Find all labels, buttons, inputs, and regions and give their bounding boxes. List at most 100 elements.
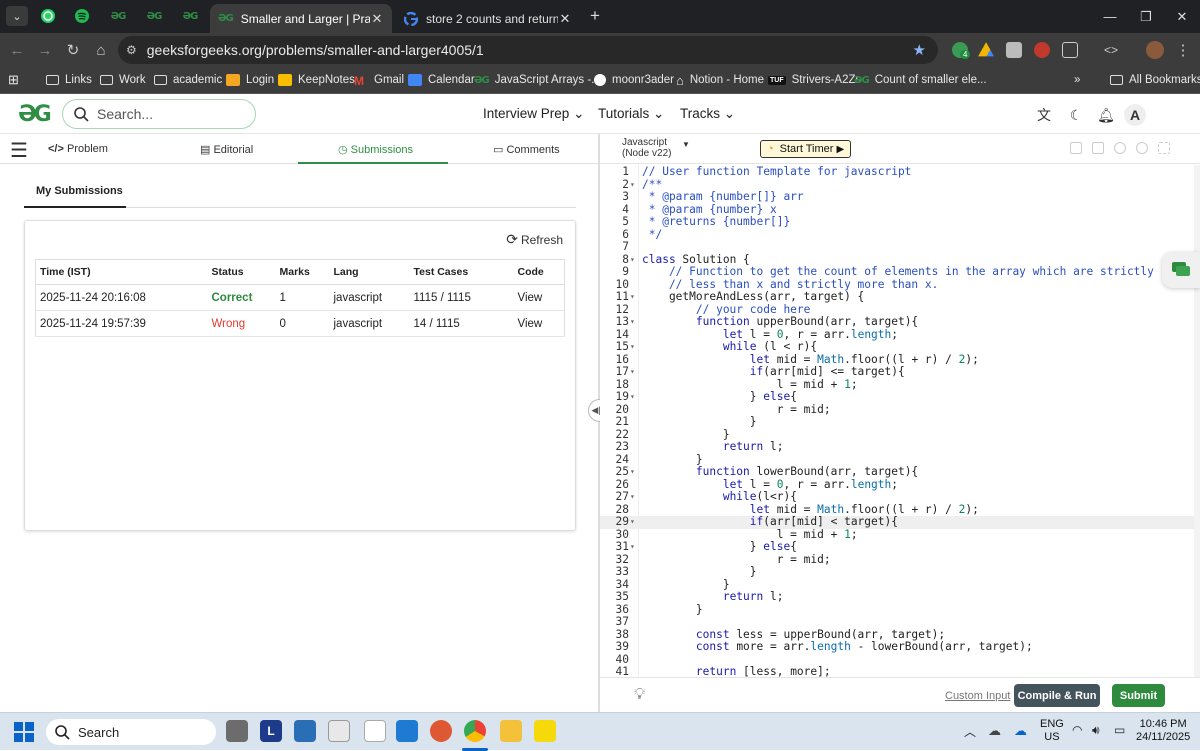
translate-button[interactable]: 文 [1033, 104, 1055, 126]
bookmark-javascript-arrays[interactable]: ƏG JavaScript Arrays -... [474, 71, 601, 89]
code-line[interactable]: 5 * @returns {number[]} [600, 215, 1200, 229]
fold-toggle-icon[interactable]: ▾ [630, 179, 635, 192]
bookmark-gmail[interactable]: M Gmail [354, 71, 404, 89]
chevron-up-icon[interactable]: ︿ [964, 723, 976, 740]
code-line[interactable]: 6 */ [600, 228, 1200, 242]
editor-scrollbar[interactable] [1194, 165, 1200, 677]
dark-mode-toggle[interactable]: ☾ [1065, 104, 1087, 126]
view-code-link[interactable]: View [513, 284, 565, 311]
code-line[interactable]: 7 [600, 240, 1200, 254]
code-line[interactable]: 27 ▾ while(l<r){ [600, 490, 1200, 504]
snipping-tool-icon[interactable] [328, 720, 350, 742]
fold-toggle-icon[interactable]: ▾ [630, 254, 635, 267]
code-line[interactable]: 29 ▾ if(arr[mid] < target){ [600, 515, 1200, 529]
bookmark-keepnotes[interactable]: KeepNotes [278, 71, 355, 89]
pinned-tab-whatsapp[interactable] [38, 7, 58, 25]
fold-toggle-icon[interactable]: ▾ [630, 466, 635, 479]
close-icon[interactable]: ✕ [370, 11, 384, 27]
code-line[interactable]: 33 } [600, 565, 1200, 579]
fold-toggle-icon[interactable]: ▾ [630, 391, 635, 404]
chat-button[interactable] [1162, 252, 1200, 288]
profile-avatar[interactable] [1146, 41, 1164, 59]
reload-button[interactable]: ↻ [62, 40, 84, 60]
code-line[interactable]: 17 ▾ if(arr[mid] <= target){ [600, 365, 1200, 379]
close-window-button[interactable]: ✕ [1162, 0, 1200, 33]
bookmark-notion[interactable]: ⌂ Notion - Home [676, 71, 764, 89]
code-line[interactable]: 3 * @param {number[]} arr [600, 190, 1200, 204]
menu-tracks[interactable]: Tracks ⌄ [680, 106, 735, 122]
windows-start-icon[interactable] [14, 722, 34, 742]
code-editor[interactable]: 1 // User function Template for javascrip… [600, 165, 1200, 677]
code-line[interactable]: 11 ▾ getMoreAndLess(arr, target) { [600, 290, 1200, 304]
fold-toggle-icon[interactable]: ▾ [630, 491, 635, 504]
code-line[interactable]: 9 // Function to get the count of elemen… [600, 265, 1200, 279]
fold-toggle-icon[interactable]: ▾ [630, 541, 635, 554]
refresh-button[interactable]: ⟳ Refresh [506, 231, 563, 248]
code-line[interactable]: 15 ▾ while (l < r){ [600, 340, 1200, 354]
browser-tab[interactable]: store 2 counts and return both ✕ [396, 4, 580, 33]
code-line[interactable]: 35 return l; [600, 590, 1200, 604]
fold-toggle-icon[interactable]: ▾ [630, 291, 635, 304]
code-line[interactable]: 23 return l; [600, 440, 1200, 454]
tab-comments[interactable]: ▭ Comments [493, 143, 560, 156]
fold-toggle-icon[interactable]: ▾ [630, 366, 635, 379]
start-timer-button[interactable]: ◔ Start Timer ▶ [760, 140, 852, 158]
fold-toggle-icon[interactable]: ▾ [630, 516, 635, 529]
code-line[interactable]: 39 const more = arr.length - lowerBound(… [600, 640, 1200, 654]
code-line[interactable]: 37 [600, 615, 1200, 629]
task-view-icon[interactable] [226, 720, 248, 742]
menu-tutorials[interactable]: Tutorials ⌄ [598, 106, 664, 122]
extensions-puzzle-icon[interactable] [1062, 42, 1078, 58]
bookmark-login[interactable]: Login [226, 71, 274, 89]
apps-button[interactable]: ⊞ [8, 71, 19, 89]
upload-icon[interactable] [1092, 142, 1104, 154]
all-bookmarks-button[interactable]: All Bookmarks [1110, 71, 1200, 89]
chrome-icon[interactable] [464, 720, 486, 742]
onedrive-icon[interactable]: ☁ [1014, 723, 1027, 739]
avatar[interactable]: A [1124, 104, 1146, 126]
volume-icon[interactable]: 🔊︎ [1092, 723, 1100, 738]
file-explorer-icon[interactable] [500, 720, 522, 742]
submit-button[interactable]: Submit [1112, 684, 1165, 707]
bookmark-links[interactable]: Links [46, 71, 92, 89]
duckduckgo-icon[interactable] [430, 720, 452, 742]
forward-button[interactable]: → [34, 40, 56, 60]
browser-tab-active[interactable]: ƏG Smaller and Larger | Practice | G ✕ [210, 4, 392, 33]
copy-icon[interactable] [1070, 142, 1082, 154]
code-line[interactable]: 31 ▾ } else{ [600, 540, 1200, 554]
wifi-icon[interactable]: ◠ [1072, 723, 1082, 737]
fold-toggle-icon[interactable]: ▾ [630, 316, 635, 329]
omnibox[interactable]: ⚙ geeksforgeeks.org/problems/smaller-and… [118, 36, 938, 64]
photos-icon[interactable] [294, 720, 316, 742]
pinned-tab-gfg-2[interactable]: ƏG [144, 7, 164, 25]
code-line[interactable]: 19 ▾ } else{ [600, 390, 1200, 404]
language-select[interactable]: Javascript (Node v22) ▼ [622, 137, 690, 159]
code-line[interactable]: 1 // User function Template for javascrip… [600, 165, 1200, 179]
back-button[interactable]: ← [6, 40, 28, 60]
pinned-tab-gfg-1[interactable]: ƏG [108, 7, 128, 25]
fold-toggle-icon[interactable]: ▾ [630, 341, 635, 354]
custom-input-link[interactable]: Custom Input [945, 690, 1010, 702]
gfg-logo[interactable]: ƏG [18, 102, 52, 127]
extension-icon[interactable] [1034, 42, 1050, 58]
settings-icon[interactable] [1114, 142, 1126, 154]
system-clock[interactable]: 10:46 PM 24/11/2025 [1136, 718, 1190, 744]
tab-problem[interactable]: </> Problem [48, 143, 108, 155]
google-drive-icon[interactable] [978, 42, 994, 57]
fullscreen-icon[interactable] [1158, 142, 1170, 154]
devtools-button[interactable]: <> [1100, 40, 1122, 60]
view-code-link[interactable]: View [513, 310, 565, 337]
code-line[interactable]: 36 } [600, 603, 1200, 617]
bookmark-count-smaller[interactable]: ƏG Count of smaller ele... [854, 71, 987, 89]
bookmark-academic[interactable]: academic [154, 71, 222, 89]
new-tab-button[interactable]: + [584, 6, 606, 26]
section-title[interactable]: My Submissions [36, 185, 123, 197]
bookmark-strivers[interactable]: TUF Strivers-A2Zs [768, 71, 861, 89]
close-icon[interactable]: ✕ [558, 11, 572, 27]
home-button[interactable]: ⌂ [90, 40, 112, 60]
vscode-icon[interactable] [396, 720, 418, 742]
camera-extension-icon[interactable] [1006, 42, 1022, 58]
tab-submissions[interactable]: ◷ Submissions [338, 143, 413, 156]
pinned-tab-spotify[interactable] [72, 7, 92, 25]
search-input[interactable]: Search... [62, 99, 256, 129]
